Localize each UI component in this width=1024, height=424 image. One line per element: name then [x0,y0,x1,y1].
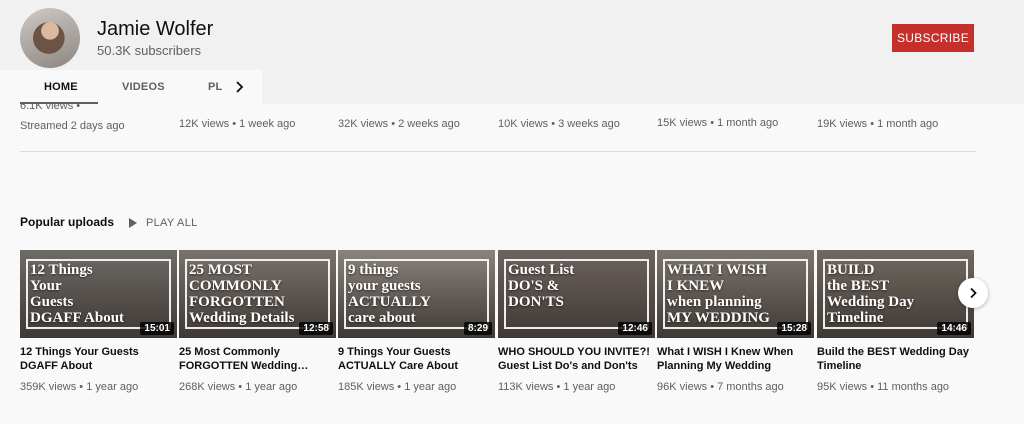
tab-home[interactable]: HOME [44,70,78,104]
video-title[interactable]: 25 Most Commonly FORGOTTEN Wedding… [179,345,336,373]
video-title[interactable]: WHO SHOULD YOU INVITE?! Guest List Do's … [498,345,655,373]
video-views: 6.1K views • [20,103,81,112]
play-icon [129,218,137,228]
channel-name: Jamie Wolfer [97,18,214,40]
tab-videos[interactable]: VIDEOS [122,70,165,104]
thumbnail-text: 9 things your guests ACTUALLY care about [348,262,431,326]
video-duration: 8:29 [463,322,492,335]
previous-video-meta: 6.1K views • Streamed 2 days ago [20,103,190,134]
play-all-button[interactable]: PLAY ALL [128,214,198,232]
chevron-right-icon [970,287,977,299]
thumbnail-text: Guest List DO'S & DON'TS [508,262,575,310]
video-duration: 12:46 [618,322,652,335]
previous-video-meta: 32K views • 2 weeks ago [338,118,460,130]
video-meta: 359K views • 1 year ago [20,381,139,393]
thumbnail-text: 12 Things Your Guests DGAFF About [30,262,125,326]
video-meta: 185K views • 1 year ago [338,381,457,393]
video-thumbnail[interactable]: 9 things your guests ACTUALLY care about… [338,250,495,338]
video-thumbnail[interactable]: 12 Things Your Guests DGAFF About 15:01 [20,250,177,338]
carousel-next-button[interactable] [958,278,988,308]
video-thumbnail[interactable]: Guest List DO'S & DON'TS 12:46 [498,250,655,338]
channel-avatar[interactable] [20,8,80,68]
previous-video-meta: 10K views • 3 weeks ago [498,118,620,130]
thumbnail-text: WHAT I WISH I KNEW when planning MY WEDD… [667,262,770,326]
video-duration: 15:28 [777,322,811,335]
previous-video-meta: 12K views • 1 week ago [179,118,296,130]
video-thumbnail[interactable]: BUILD the BEST Wedding Day Timeline 14:46 [817,250,974,338]
video-thumbnail[interactable]: 25 MOST COMMONLY FORGOTTEN Wedding Detai… [179,250,336,338]
video-meta: 95K views • 11 months ago [817,381,950,393]
section-divider [20,151,976,152]
video-thumbnail[interactable]: WHAT I WISH I KNEW when planning MY WEDD… [657,250,814,338]
video-title[interactable]: 12 Things Your Guests DGAFF About [20,345,177,373]
video-title[interactable]: What I WISH I Knew When Planning My Wedd… [657,345,814,373]
video-title[interactable]: Build the BEST Wedding Day Timeline [817,345,974,373]
video-age: Streamed 2 days ago [20,120,125,132]
previous-video-meta: 15K views • 1 month ago [657,117,779,129]
subscribe-button[interactable]: SUBSCRIBE [892,24,974,52]
tab-playlists[interactable]: PL [208,70,222,104]
thumbnail-text: BUILD the BEST Wedding Day Timeline [827,262,915,326]
play-all-label: PLAY ALL [146,217,198,229]
video-meta: 268K views • 1 year ago [179,381,298,393]
video-duration: 15:01 [140,322,174,335]
channel-tabs: HOME VIDEOS PL [0,70,262,104]
chevron-right-icon[interactable] [232,80,246,94]
video-duration: 14:46 [937,322,971,335]
video-title[interactable]: 9 Things Your Guests ACTUALLY Care About [338,345,495,373]
previous-video-meta: 19K views • 1 month ago [817,118,939,130]
subscriber-count: 50.3K subscribers [97,43,202,58]
video-duration: 12:58 [299,322,333,335]
thumbnail-text: 25 MOST COMMONLY FORGOTTEN Wedding Detai… [189,262,295,326]
video-meta: 113K views • 1 year ago [498,381,616,393]
section-title[interactable]: Popular uploads [20,215,114,229]
video-meta: 96K views • 7 months ago [657,381,784,393]
